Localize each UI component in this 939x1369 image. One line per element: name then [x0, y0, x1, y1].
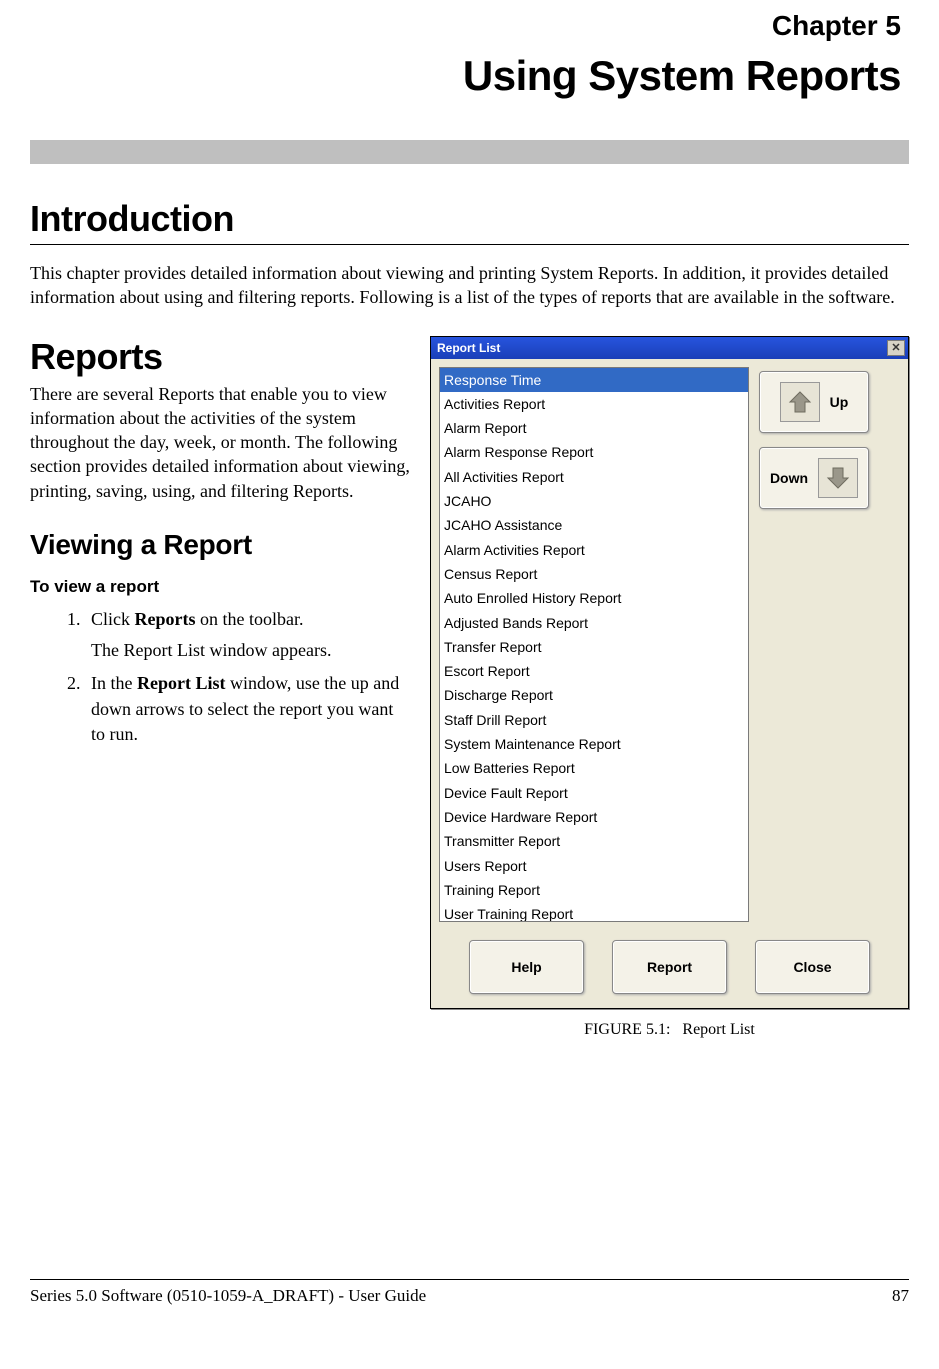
procedure-title: To view a report	[30, 577, 410, 597]
list-item[interactable]: All Activities Report	[440, 465, 748, 489]
step-2-bold: Report List	[137, 673, 226, 693]
step-1-sub: The Report List window appears.	[91, 638, 410, 663]
list-item[interactable]: JCAHO Assistance	[440, 513, 748, 537]
down-button[interactable]: Down	[759, 447, 869, 509]
procedure-steps: Click Reports on the toolbar. The Report…	[30, 607, 410, 747]
figure-caption: FIGURE 5.1: Report List	[430, 1021, 909, 1039]
step-2-text-a: In the	[91, 673, 137, 693]
footer-left: Series 5.0 Software (0510-1059-A_DRAFT) …	[30, 1286, 426, 1306]
list-item[interactable]: Census Report	[440, 562, 748, 586]
list-item[interactable]: Low Batteries Report	[440, 756, 748, 780]
step-1: Click Reports on the toolbar. The Report…	[85, 607, 410, 663]
close-icon[interactable]: ✕	[887, 340, 905, 356]
subsection-heading-viewing: Viewing a Report	[30, 529, 410, 561]
list-item[interactable]: Discharge Report	[440, 683, 748, 707]
list-item[interactable]: Device Hardware Report	[440, 805, 748, 829]
list-item[interactable]: Response Time	[440, 368, 748, 392]
step-1-bold: Reports	[135, 609, 196, 629]
list-item[interactable]: Adjusted Bands Report	[440, 611, 748, 635]
dialog-title: Report List	[437, 341, 500, 355]
list-item[interactable]: Transmitter Report	[440, 829, 748, 853]
figure-label: FIGURE 5.1:	[584, 1021, 670, 1038]
dialog-titlebar[interactable]: Report List ✕	[431, 337, 908, 359]
footer-page-number: 87	[892, 1286, 909, 1306]
list-item[interactable]: Alarm Response Report	[440, 440, 748, 464]
report-listbox[interactable]: Response TimeActivities ReportAlarm Repo…	[439, 367, 749, 922]
page-footer: Series 5.0 Software (0510-1059-A_DRAFT) …	[30, 1279, 909, 1306]
report-list-dialog: Report List ✕ Response TimeActivities Re…	[430, 336, 909, 1009]
arrow-up-icon	[780, 382, 820, 422]
list-item[interactable]: JCAHO	[440, 489, 748, 513]
report-button[interactable]: Report	[612, 940, 727, 994]
figure-caption-text: Report List	[682, 1021, 754, 1038]
close-button[interactable]: Close	[755, 940, 870, 994]
list-item[interactable]: Auto Enrolled History Report	[440, 586, 748, 610]
list-item[interactable]: System Maintenance Report	[440, 732, 748, 756]
chapter-title: Using System Reports	[30, 52, 901, 100]
list-item[interactable]: Training Report	[440, 878, 748, 902]
list-item[interactable]: Alarm Activities Report	[440, 538, 748, 562]
list-item[interactable]: Device Fault Report	[440, 781, 748, 805]
reports-body-text: There are several Reports that enable yo…	[30, 382, 410, 503]
list-item[interactable]: User Training Report	[440, 902, 748, 921]
down-button-label: Down	[770, 470, 808, 486]
up-button-label: Up	[830, 394, 849, 410]
list-item[interactable]: Staff Drill Report	[440, 708, 748, 732]
section-heading-introduction: Introduction	[30, 198, 909, 240]
step-1-text-c: on the toolbar.	[196, 609, 304, 629]
step-2: In the Report List window, use the up an…	[85, 671, 410, 747]
list-item[interactable]: Escort Report	[440, 659, 748, 683]
decorative-bar	[30, 140, 909, 164]
help-button[interactable]: Help	[469, 940, 584, 994]
list-item[interactable]: Users Report	[440, 854, 748, 878]
list-item[interactable]: Alarm Report	[440, 416, 748, 440]
heading-underline	[30, 244, 909, 245]
intro-body-text: This chapter provides detailed informati…	[30, 261, 909, 310]
list-item[interactable]: Activities Report	[440, 392, 748, 416]
chapter-number: Chapter 5	[30, 10, 901, 42]
up-button[interactable]: Up	[759, 371, 869, 433]
step-1-text-a: Click	[91, 609, 135, 629]
list-item[interactable]: Transfer Report	[440, 635, 748, 659]
section-heading-reports: Reports	[30, 336, 410, 378]
arrow-down-icon	[818, 458, 858, 498]
